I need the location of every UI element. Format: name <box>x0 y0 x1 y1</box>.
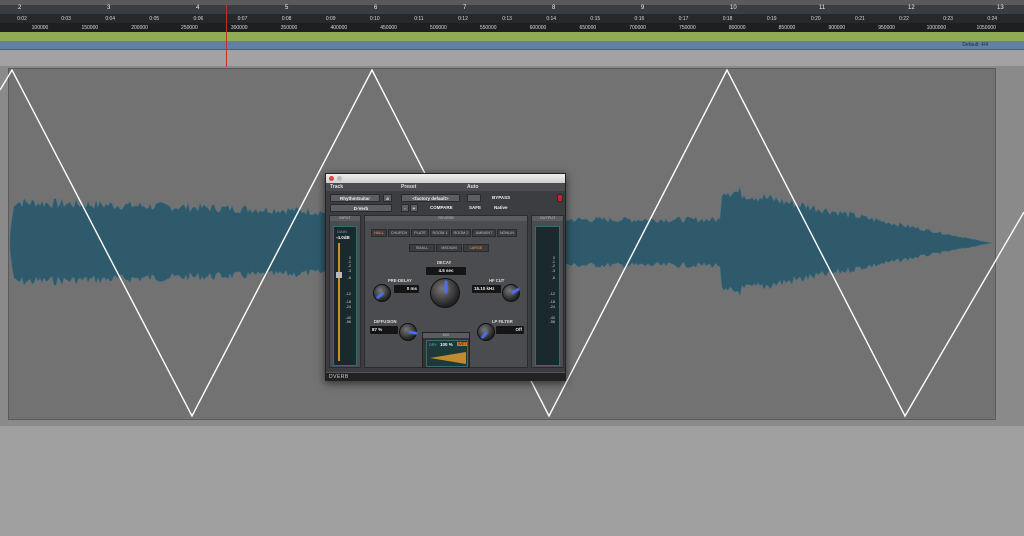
algorithm-tab[interactable]: PLATE <box>411 229 429 237</box>
output-meter <box>535 226 560 366</box>
reverb-label: REVERB <box>365 216 527 221</box>
diffusion-display[interactable]: 87 % <box>370 326 398 334</box>
gain-section: GAIN -4.0dB <box>333 226 357 366</box>
hf-cut-display[interactable]: 15.10 kHz <box>472 285 501 293</box>
size-tab[interactable]: MEDIUM <box>436 244 462 252</box>
meter-scale-label: -12 <box>549 292 556 296</box>
decay-label: DECAY <box>437 260 452 265</box>
mix-level-wedge[interactable] <box>430 352 466 364</box>
gain-label: GAIN <box>337 229 347 234</box>
algorithm-tab[interactable]: NONLIN <box>497 229 517 237</box>
size-tab[interactable]: LARGE <box>463 244 489 252</box>
lp-filter-label: LP FILTER <box>492 319 513 324</box>
preset-next-button[interactable]: + <box>410 204 418 212</box>
meter-scale-label: -3 <box>347 269 351 273</box>
close-button[interactable] <box>329 176 334 181</box>
gain-slider-handle[interactable] <box>336 272 342 278</box>
hf-cut-knob[interactable] <box>502 284 520 302</box>
meter-scale-label: -18 <box>549 300 556 304</box>
meter-scale-label: -2 <box>347 264 351 268</box>
meter-scale-label: -24 <box>345 305 352 309</box>
meter-scale-label: -6 <box>347 276 351 280</box>
preset-selector[interactable]: <factory default> <box>401 194 460 202</box>
preset-prev-button[interactable]: - <box>401 204 409 212</box>
meter-scale-label: -3 <box>551 269 555 273</box>
pre-delay-label: PRE-DELAY <box>388 278 412 283</box>
pre-delay-display[interactable]: 0 ms <box>394 285 419 293</box>
mix-value: 100 % <box>440 342 453 347</box>
playhead[interactable] <box>226 5 227 67</box>
plugin-footer: DVERB <box>326 372 565 380</box>
algorithm-tab[interactable]: ROOM 1 <box>430 229 450 237</box>
track-selector[interactable]: RhythmGuitar <box>330 194 380 202</box>
diffusion-knob[interactable] <box>399 323 418 341</box>
meter-scale-label: -24 <box>549 305 556 309</box>
meter-scale-label: -56 <box>345 320 352 324</box>
track-header: Track <box>330 184 344 190</box>
plugin-header: Track Preset Auto <box>326 183 565 191</box>
safe-button[interactable]: SAFE <box>469 205 481 210</box>
clip-indicator[interactable] <box>557 194 563 202</box>
mix-dry-label: DRY <box>429 343 437 347</box>
gain-slider-track[interactable] <box>338 243 340 361</box>
native-indicator: Native <box>494 205 508 210</box>
bypass-button[interactable]: BYPASS <box>492 195 510 200</box>
algorithm-tab[interactable]: HALL <box>371 229 387 237</box>
dverb-plugin-window[interactable]: Track Preset Auto RhythmGuitar a D-Verb … <box>325 173 566 381</box>
hf-cut-label: HF CUT <box>489 278 505 283</box>
plugin-selector[interactable]: D-Verb <box>330 204 392 212</box>
pre-delay-knob[interactable] <box>373 284 391 302</box>
diffusion-label: DIFFUSION <box>374 319 397 324</box>
plugin-logo: DVERB <box>329 374 349 380</box>
input-label: INPUT <box>330 216 360 221</box>
gain-value: -4.0dB <box>336 235 350 240</box>
compare-button[interactable]: COMPARE <box>430 205 453 210</box>
meter-scale-label: -6 <box>551 276 555 280</box>
lp-filter-knob[interactable] <box>477 323 495 341</box>
mix-wet-label: WET <box>457 342 468 346</box>
minimize-button[interactable] <box>337 176 342 181</box>
auto-button[interactable] <box>467 194 481 202</box>
lp-filter-display[interactable]: Off <box>496 326 524 334</box>
mix-display[interactable]: DRY 100 % WET <box>426 340 468 367</box>
mix-label: MIX <box>423 333 469 338</box>
algorithm-tab[interactable]: CHURCH <box>388 229 410 237</box>
algorithm-tab[interactable]: AMBIENT <box>472 229 496 237</box>
decay-display[interactable]: 4.5 sec <box>426 267 466 275</box>
size-tab[interactable]: SMALL <box>409 244 435 252</box>
output-label: OUTPUT <box>532 216 563 221</box>
track-suffix-selector[interactable]: a <box>383 194 392 202</box>
algorithm-tab[interactable]: ROOM 2 <box>451 229 471 237</box>
preset-header: Preset <box>401 184 417 190</box>
meter-scale-label: -2 <box>551 264 555 268</box>
auto-header: Auto <box>467 184 479 190</box>
plugin-title-bar[interactable] <box>326 174 565 183</box>
meter-scale-label: -18 <box>345 300 352 304</box>
mix-section: MIX DRY 100 % WET <box>422 332 470 368</box>
meter-scale-label: -56 <box>549 320 556 324</box>
decay-knob[interactable] <box>430 278 460 308</box>
meter-scale-label: -12 <box>345 292 352 296</box>
